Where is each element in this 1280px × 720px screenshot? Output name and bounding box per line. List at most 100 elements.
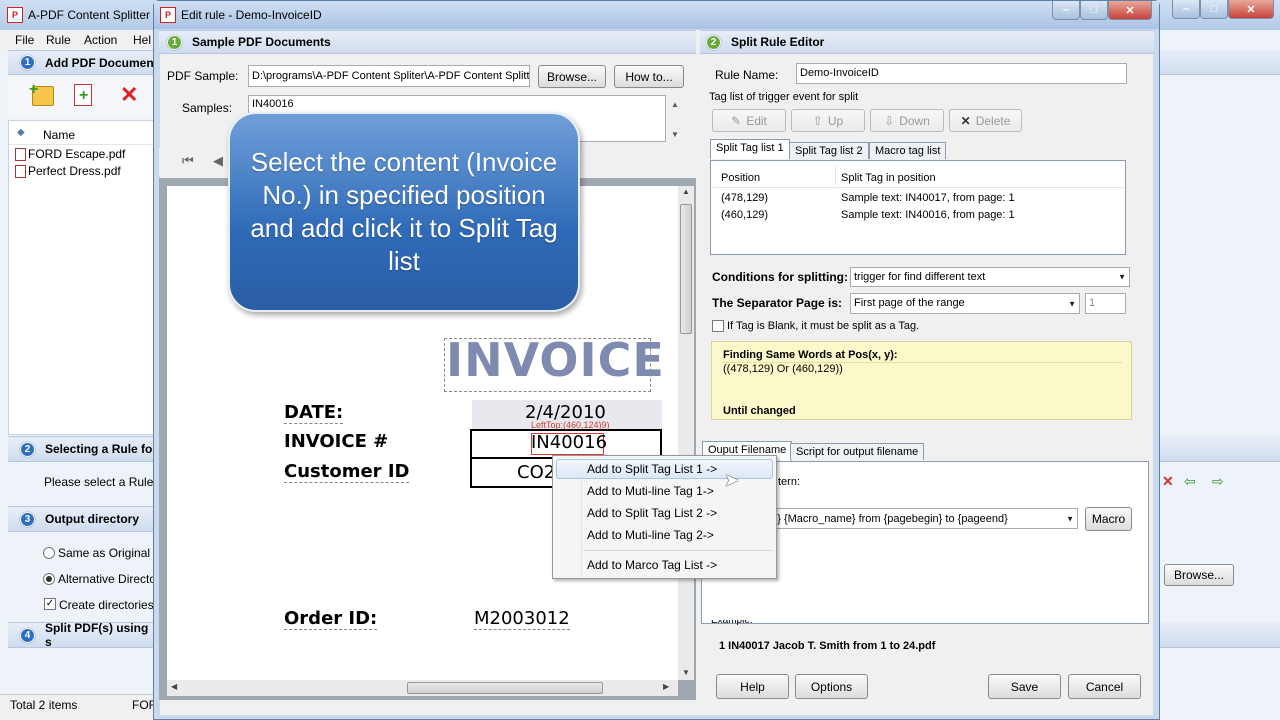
table-row[interactable]: (478,129) Sample text: IN40017, from pag… [713, 191, 1123, 208]
create-directories-label: Create directories f [59, 598, 154, 612]
info-value: ((478,129) Or (460,129)) [723, 363, 843, 375]
output-browse-button[interactable]: Browse... [1164, 564, 1234, 586]
delete-tag-button[interactable]: ✕ Delete [949, 109, 1022, 132]
info-box: Finding Same Words at Pos(x, y): ((478,1… [711, 341, 1132, 420]
pattern-label: tern: [778, 476, 801, 488]
file-item[interactable]: Perfect Dress.pdf [15, 164, 121, 180]
main-right-strip: ✕ ⇦ ⇨ Browse... [1158, 50, 1280, 720]
menu-file[interactable]: File [15, 33, 34, 47]
row-position: (478,129) [721, 192, 769, 204]
tab-macro-tag-list[interactable]: Macro tag list [869, 142, 947, 159]
save-button[interactable]: Save [988, 674, 1061, 699]
menu-item-add-multiline-tag-2[interactable]: Add to Muti-line Tag 2-> [587, 528, 714, 542]
menu-separator [583, 550, 773, 551]
down-tag-button[interactable]: ⇩ Down [870, 109, 944, 132]
menu-item-add-split-tag-1[interactable]: Add to Split Tag List 1 -> [587, 462, 717, 476]
scroll-down-icon[interactable]: ▼ [682, 668, 690, 677]
main-maximize-button[interactable]: □ [1200, 0, 1228, 19]
main-menubar: File Rule Action Hel [0, 30, 155, 50]
add-file-icon[interactable]: + [74, 84, 92, 106]
create-directories-checkbox[interactable]: ✓ [44, 598, 56, 610]
radio-alternative-directory[interactable] [43, 573, 55, 585]
dialog-app-icon: P [160, 7, 176, 23]
radio-alt-label: Alternative Director [58, 572, 153, 586]
radio-same-as-original[interactable] [43, 547, 55, 559]
conditions-select[interactable]: trigger for find different text ▼ [850, 267, 1130, 287]
tab-split-tag-list-1[interactable]: Split Tag list 1 [710, 139, 790, 159]
how-to-button[interactable]: How to... [614, 65, 684, 88]
scroll-left-icon[interactable]: ◀ [171, 682, 177, 691]
dialog-close-button[interactable]: ✕ [1108, 1, 1152, 20]
status-total: Total 2 items [10, 698, 78, 712]
order-id-value[interactable]: M2003012 [474, 608, 570, 630]
remove-icon[interactable]: ✕ [120, 82, 138, 108]
tag-blank-label: If Tag is Blank, it must be split as a T… [727, 320, 920, 332]
macro-button[interactable]: Macro [1085, 507, 1132, 531]
main-close-button[interactable]: ✕ [1228, 0, 1274, 19]
name-column-header[interactable]: Name [43, 128, 75, 142]
pdf-browse-button[interactable]: Browse... [538, 65, 606, 88]
pdf-file-icon [15, 165, 26, 179]
first-page-icon[interactable]: ⏮ [182, 153, 194, 169]
position-column-header[interactable]: Position [721, 172, 760, 184]
table-row[interactable]: (460,129) Sample text: IN40016, from pag… [713, 208, 1123, 225]
tab-script-output-filename[interactable]: Script for output filename [790, 443, 925, 460]
menu-rule[interactable]: Rule [46, 33, 71, 47]
section-output-directory: 3 Output directory [8, 506, 158, 532]
scroll-down-arrow-icon[interactable]: ▼ [671, 130, 679, 139]
context-menu: Add to Split Tag List 1 -> Add to Muti-l… [552, 455, 777, 579]
scroll-up-icon[interactable]: ▲ [682, 187, 690, 196]
main-toolbar: + + ✕ [8, 76, 158, 118]
lefttop-tooltip: LeftTop:(460,124)9) [531, 420, 610, 430]
separator-page-number[interactable]: 1 [1085, 293, 1126, 314]
file-item[interactable]: FORD Escape.pdf [15, 147, 125, 163]
rule-name-field[interactable]: Demo-InvoiceID [796, 63, 1127, 84]
mouse-cursor-icon: ➤ [724, 470, 740, 490]
invoice-no-label[interactable]: INVOICE # [284, 431, 388, 452]
sort-icon: ◆ [17, 127, 25, 138]
menu-action[interactable]: Action [84, 33, 117, 47]
edit-tag-button[interactable]: ✎ Edit [712, 109, 786, 132]
example-value: 1 IN40017 Jacob T. Smith from 1 to 24.pd… [719, 640, 936, 652]
options-button[interactable]: Options [795, 674, 868, 699]
prev-page-icon[interactable]: ◀ [213, 153, 223, 169]
help-button[interactable]: Help [716, 674, 789, 699]
add-folder-icon[interactable]: + [29, 81, 54, 106]
dialog-minimize-button[interactable]: – [1052, 1, 1080, 20]
invoice-no-value: IN40016 [531, 432, 608, 453]
menu-help[interactable]: Hel [133, 33, 151, 47]
menu-item-add-multiline-tag-1[interactable]: Add to Muti-line Tag 1-> [587, 484, 714, 498]
cancel-button[interactable]: Cancel [1068, 674, 1141, 699]
split-tag-column-header[interactable]: Split Tag in position [841, 172, 936, 184]
scroll-right-icon[interactable]: ▶ [663, 682, 669, 691]
horizontal-scroll-thumb[interactable] [407, 682, 603, 694]
horizontal-scrollbar[interactable]: ◀ ▶ [167, 680, 678, 696]
import-icon[interactable]: ⇦ [1184, 473, 1196, 490]
callout-text: Select the content (Invoice No.) in spec… [250, 147, 558, 276]
separator-select[interactable]: First page of the range ▼ [850, 293, 1080, 314]
pdf-sample-field[interactable]: D:\programs\A-PDF Content Spliter\A-PDF … [248, 65, 530, 87]
menu-item-add-macro-tag[interactable]: Add to Marco Tag List -> [587, 558, 717, 572]
menu-item-add-split-tag-2[interactable]: Add to Split Tag List 2 -> [587, 506, 717, 520]
customer-id-label[interactable]: Customer ID [284, 461, 410, 483]
tag-blank-checkbox[interactable] [712, 320, 724, 332]
edit-icon: ✎ [731, 113, 742, 128]
up-tag-button[interactable]: ⇧ Up [791, 109, 865, 132]
vertical-scroll-thumb[interactable] [680, 204, 692, 334]
dialog-maximize-button[interactable]: □ [1080, 1, 1108, 20]
scroll-up-arrow-icon[interactable]: ▲ [671, 100, 679, 109]
x-icon[interactable]: ✕ [1162, 473, 1174, 490]
tab-split-tag-list-2[interactable]: Split Tag list 2 [789, 142, 869, 159]
info-title: Finding Same Words at Pos(x, y): [723, 349, 898, 361]
pattern-select[interactable]: ag} {Macro_name} from {pagebegin} to {pa… [762, 508, 1078, 529]
order-id-label[interactable]: Order ID: [284, 608, 378, 630]
export-icon[interactable]: ⇨ [1212, 473, 1224, 490]
tag-table-header: Position Split Tag in position [713, 163, 1123, 188]
section-add-pdf: 1 Add PDF Document [8, 50, 158, 75]
vertical-scrollbar[interactable]: ▲ ▼ [678, 186, 694, 680]
date-label[interactable]: DATE: [284, 402, 344, 424]
main-minimize-button[interactable]: – [1172, 0, 1200, 19]
pdf-sample-label: PDF Sample: [167, 69, 239, 83]
row-split-tag: Sample text: IN40017, from page: 1 [841, 192, 1015, 204]
dropdown-arrow-icon: ▼ [1118, 272, 1126, 282]
